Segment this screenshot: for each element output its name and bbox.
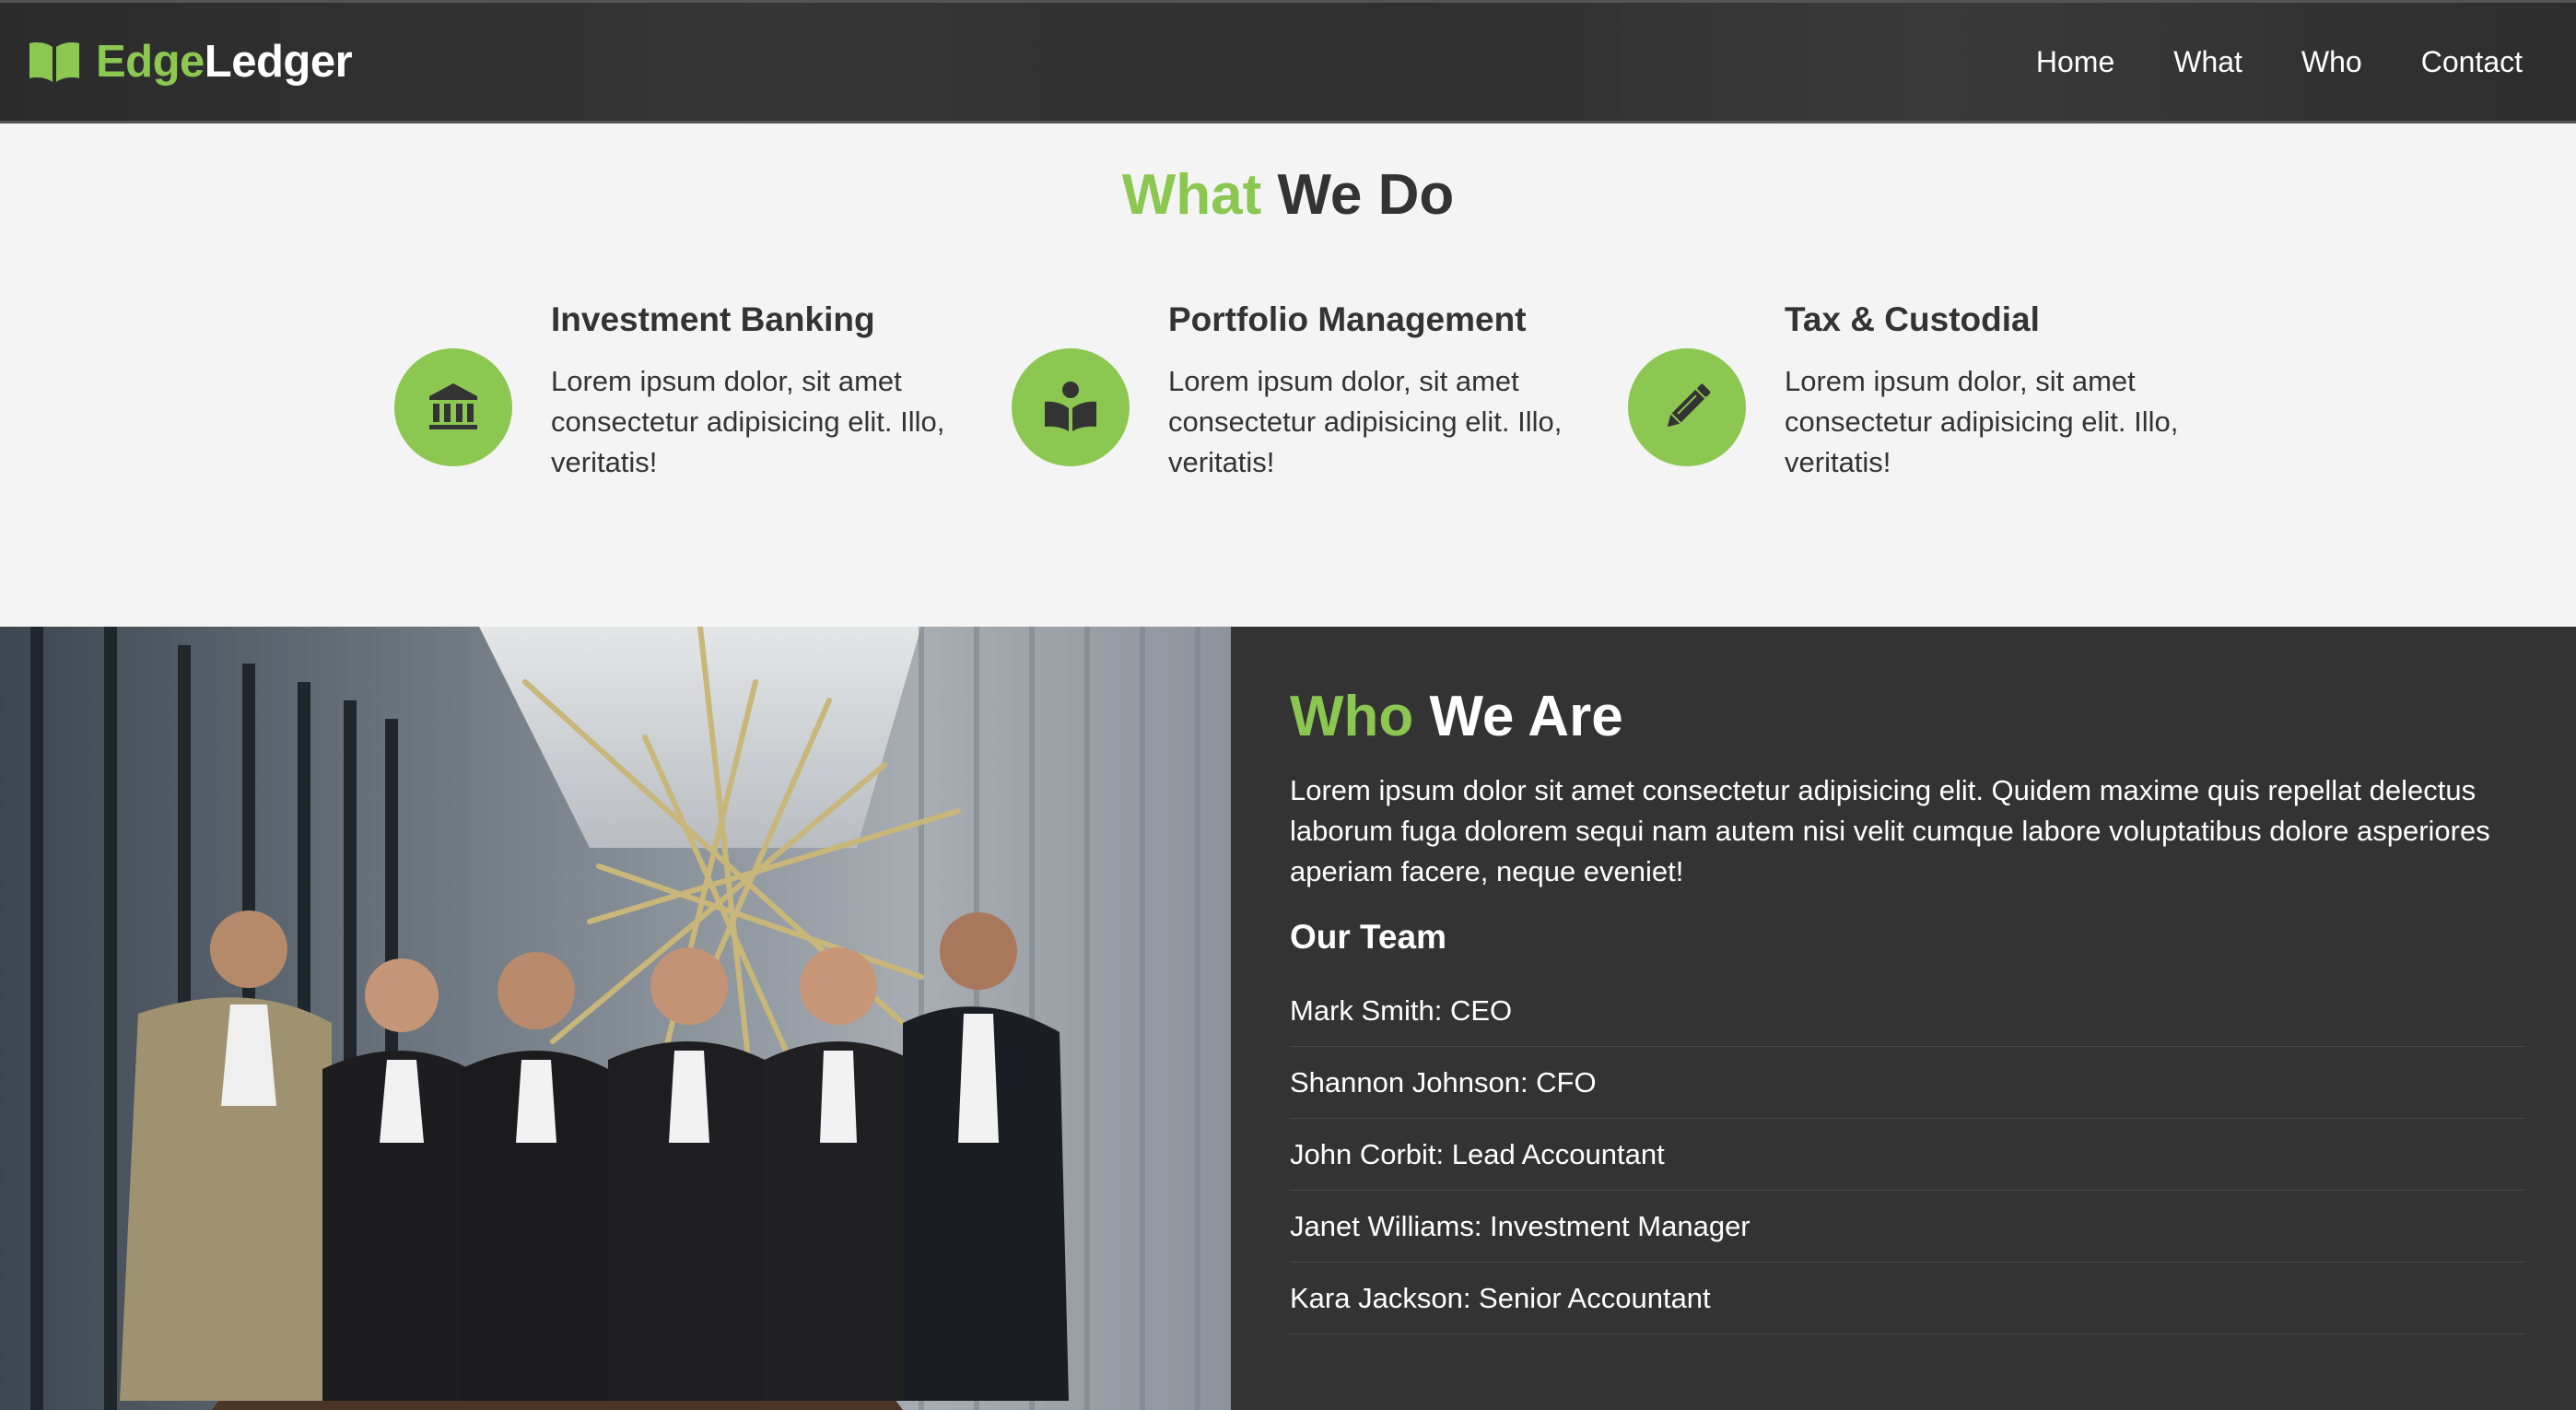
pencil-icon [1628, 348, 1746, 466]
book-reader-icon [1012, 348, 1130, 466]
service-title: Portfolio Management [1168, 300, 1527, 338]
brand-main-text: Ledger [204, 37, 353, 87]
title-rest: We Are [1429, 685, 1623, 748]
who-we-are-section: Who We Are Lorem ipsum dolor sit amet co… [0, 627, 2576, 1410]
service-description: Lorem ipsum dolor, sit amet consectetur … [551, 365, 945, 478]
team-member: Kara Jackson: Senior Accountant [1290, 1263, 2524, 1334]
team-member: Mark Smith: CEO [1290, 975, 2524, 1047]
bank-icon [394, 348, 512, 466]
brand-logo-link[interactable]: EdgeLedger [28, 36, 353, 88]
title-rest: We Do [1277, 163, 1455, 227]
team-list: Mark Smith: CEO Shannon Johnson: CFO Joh… [1290, 975, 2524, 1334]
team-member: John Corbit: Lead Accountant [1290, 1119, 2524, 1191]
who-we-are-title: Who We Are [1290, 684, 1623, 749]
service-description: Lorem ipsum dolor, sit amet consectetur … [1168, 365, 1563, 478]
what-we-do-title: What We Do [0, 162, 2576, 228]
nav-link-home[interactable]: Home [2036, 45, 2114, 79]
team-member: Shannon Johnson: CFO [1290, 1047, 2524, 1119]
title-accent-word: Who [1290, 685, 1414, 748]
book-open-icon [29, 42, 79, 82]
nav-links: Home What Who Contact [2036, 45, 2523, 79]
service-tax-custodial: Tax & Custodial Lorem ipsum dolor, sit a… [1628, 300, 2181, 503]
service-description: Lorem ipsum dolor, sit amet consectetur … [1785, 365, 2179, 478]
service-title: Investment Banking [551, 300, 875, 338]
service-title: Tax & Custodial [1785, 300, 2040, 338]
team-heading: Our Team [1290, 918, 1446, 956]
service-portfolio-management: Portfolio Management Lorem ipsum dolor, … [1012, 300, 1564, 503]
brand-name: EdgeLedger [96, 36, 353, 88]
title-accent-word: What [1121, 163, 1262, 227]
nav-link-contact[interactable]: Contact [2421, 45, 2523, 79]
who-we-are-description: Lorem ipsum dolor sit amet consectetur a… [1290, 774, 2490, 887]
navbar: EdgeLedger Home What Who Contact [0, 0, 2576, 123]
nav-link-what[interactable]: What [2173, 45, 2242, 79]
nav-link-who[interactable]: Who [2301, 45, 2362, 79]
what-we-do-section: What We Do Investment Banking Lorem ipsu… [0, 123, 2576, 627]
team-member: Janet Williams: Investment Manager [1290, 1191, 2524, 1263]
team-photo [0, 627, 1231, 1410]
service-investment-banking: Investment Banking Lorem ipsum dolor, si… [394, 300, 947, 503]
brand-accent-text: Edge [96, 37, 205, 87]
